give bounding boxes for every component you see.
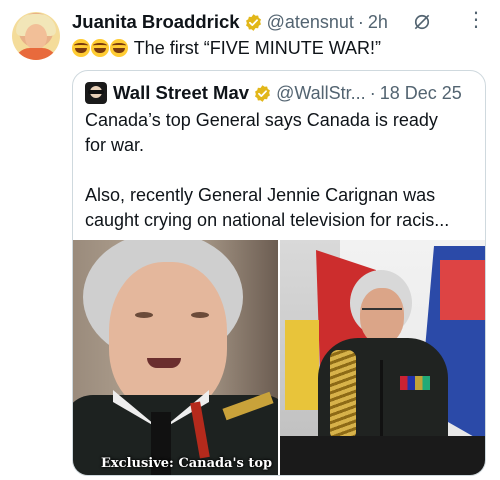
quoted-tweet-header: Wall Street Mav @WallStr... · 18 Dec 25: [85, 81, 475, 105]
separator-dot: ·: [369, 82, 376, 103]
verified-badge-icon[interactable]: [244, 13, 263, 32]
quoted-author-avatar: [85, 82, 107, 104]
tweet-body-text: The first “FIVE MINUTE WAR!”: [133, 38, 382, 58]
quoted-text-line: Canada’s top General says Canada is read…: [85, 110, 438, 130]
tweet-header: Juanita Broaddrick @atensnut · 2h ⋮: [72, 10, 488, 34]
quoted-tweet-card[interactable]: Wall Street Mav @WallStr... · 18 Dec 25 …: [72, 70, 486, 476]
quoted-author-name: Wall Street Mav: [113, 82, 250, 103]
rofl-emoji-icon: [110, 39, 128, 57]
quoted-tweet-date: 18 Dec 25: [379, 82, 462, 103]
media-image-general-podium[interactable]: [280, 240, 485, 475]
quoted-text-line: for war.: [85, 135, 145, 155]
tweet-text: The first “FIVE MINUTE WAR!”: [72, 36, 488, 60]
author-avatar[interactable]: [12, 12, 60, 60]
author-handle[interactable]: @atensnut: [267, 12, 354, 33]
separator-dot: ·: [357, 11, 364, 32]
quoted-tweet-text: Canada’s top General says Canada is read…: [85, 108, 473, 233]
tweet-time[interactable]: 2h: [368, 12, 388, 33]
mute-icon[interactable]: [412, 12, 432, 32]
quoted-text-line: Also, recently General Jennie Carignan w…: [85, 185, 436, 205]
rofl-emoji-icon: [91, 39, 109, 57]
quoted-tweet-media: Exclusive: Canada's top: [73, 240, 485, 475]
media-image-general-closeup[interactable]: Exclusive: Canada's top: [73, 240, 278, 475]
verified-badge-icon: [253, 84, 272, 103]
quoted-text-line: caught crying on national television for…: [85, 210, 450, 230]
quoted-author-handle: @WallStr...: [276, 82, 366, 103]
rofl-emoji-icon: [72, 39, 90, 57]
author-name[interactable]: Juanita Broaddrick: [72, 11, 240, 33]
more-vertical-icon[interactable]: ⋮: [464, 10, 488, 34]
media-caption: Exclusive: Canada's top: [101, 456, 273, 471]
